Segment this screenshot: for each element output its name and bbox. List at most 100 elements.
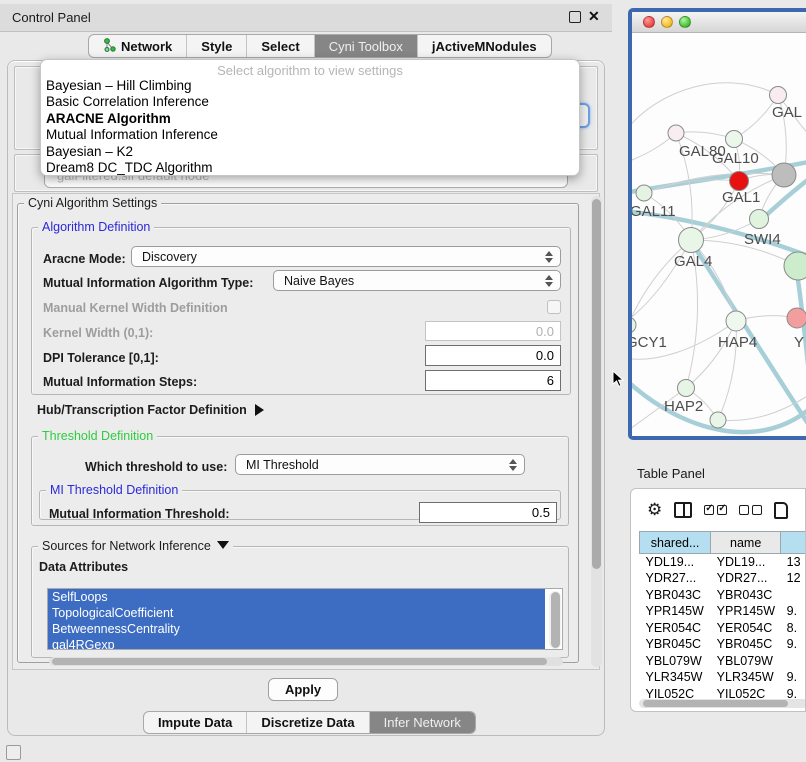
column-header-hidden[interactable] [781,532,806,554]
n-gcy1[interactable] [632,317,636,333]
n-gal80[interactable] [668,125,684,141]
table-row[interactable]: YER054CYER054C8. [640,620,806,637]
control-panel-tab-bar: NetworkStyleSelectCyni ToolboxjActiveMNo… [88,34,552,58]
column-header-name[interactable]: name [711,532,781,554]
table-row[interactable]: YDL19...YDL19...13 [640,554,806,571]
network-canvas[interactable]: GALGAL80GAL10GAL1GAL11SWI4GAL4GCY1HAP4YH… [632,33,806,436]
table-row[interactable]: YBR045CYBR045C9. [640,636,806,653]
n-gal4[interactable] [679,228,704,253]
table-cell: YLR345W [711,669,781,686]
table-row[interactable]: YBL079WYBL079W [640,653,806,670]
n-gal1-red[interactable] [730,172,749,191]
select-all-checkboxes-icon[interactable] [704,505,727,515]
which-threshold-combobox[interactable]: MI Threshold [235,454,525,475]
dpi-tolerance-field[interactable]: 0.0 [425,345,561,366]
split-columns-icon[interactable] [674,502,692,518]
n-bottom[interactable] [710,412,726,428]
mi-algorithm-type-label: Mutual Information Algorithm Type: [43,276,253,290]
close-icon[interactable]: ✕ [588,8,600,25]
attributes-horizontal-scrollbar[interactable] [49,657,563,666]
bottom-tab-impute-data[interactable]: Impute Data [144,712,247,733]
algorithm-dropdown-list: Select algorithm to view settings Bayesi… [40,59,580,176]
apply-button[interactable]: Apply [268,678,338,701]
table-cell: YBR043C [711,587,781,604]
table-row[interactable]: YPR145WYPR145W9. [640,603,806,620]
table-row[interactable]: YBR043CYBR043C [640,587,806,604]
settings-vertical-scrollbar[interactable] [591,196,602,667]
attribute-item-selected[interactable]: TopologicalCoefficient [48,605,545,621]
deselect-all-checkboxes-icon[interactable] [739,505,762,515]
tab-select[interactable]: Select [247,35,314,57]
which-threshold-label: Which threshold to use: [85,460,227,474]
table-cell: YDL19... [711,554,781,571]
close-traffic-icon[interactable] [643,16,655,28]
table-cell: YPR145W [711,603,781,620]
tab-style[interactable]: Style [187,35,247,57]
data-attributes-list[interactable]: SelfLoopsTopologicalCoefficientBetweenne… [47,588,563,650]
network-window-titlebar[interactable] [632,12,806,33]
mi-steps-label: Mutual Information Steps: [43,375,197,389]
table-cell: YBL079W [640,653,711,670]
table-toolbar: ⚙ [631,489,806,531]
table-panel-window: ⚙ shared...name YDL19...YDL19...13YDR27.… [630,488,806,712]
attributes-vertical-scrollbar[interactable] [549,591,561,649]
n-pink-top[interactable] [770,87,787,104]
kernel-width-field[interactable]: 0.0 [425,321,561,341]
n-big-right[interactable] [784,252,806,280]
algorithm-option[interactable]: Bayesian – Hill Climbing [41,78,579,94]
table-cell: YBR045C [711,636,781,653]
minimized-panel-icon[interactable] [6,745,21,760]
cyni-algorithm-settings-title: Cyni Algorithm Settings [24,196,161,210]
column-header-shared...[interactable]: shared... [640,532,711,554]
tab-jactivemnodules[interactable]: jActiveMNodules [418,35,551,57]
dpi-tolerance-label: DPI Tolerance [0,1]: [43,351,159,365]
gear-icon[interactable]: ⚙ [647,500,662,520]
n-hap2[interactable] [678,380,695,397]
which-threshold-value: MI Threshold [246,458,505,472]
attribute-item-selected[interactable]: BetweennessCentrality [48,621,545,637]
algorithm-option[interactable]: ARACNE Algorithm [41,111,579,127]
algorithm-definition-title: Algorithm Definition [38,220,154,234]
n-hap4[interactable] [726,311,746,331]
document-icon[interactable] [774,502,788,519]
tab-cyni-toolbox[interactable]: Cyni Toolbox [315,35,418,57]
minimize-traffic-icon[interactable] [661,16,673,28]
algorithm-option[interactable]: Mutual Information Inference [41,127,579,143]
node-label-gal4: GAL4 [674,253,712,270]
manual-kernel-width-checkbox[interactable] [547,300,561,314]
n-gray[interactable] [772,163,796,187]
control-panel-titlebar [0,4,612,32]
hub-definition-toggle[interactable]: Hub/Transcription Factor Definition [37,403,264,417]
n-gal10[interactable] [726,131,743,148]
float-window-icon[interactable] [569,11,581,23]
mi-threshold-field[interactable]: 0.5 [419,502,557,523]
mi-threshold-value: 0.5 [532,505,550,520]
algorithm-option[interactable]: Bayesian – K2 [41,144,579,160]
node-label-gal11: GAL11 [632,203,676,220]
table-horizontal-scrollbar[interactable] [639,699,806,708]
aracne-mode-combobox[interactable]: Discovery [131,246,561,267]
node-label-gal: GAL [772,104,802,121]
table-row[interactable]: YLR345WYLR345W9. [640,669,806,686]
mi-steps-field[interactable]: 6 [425,370,561,391]
table-cell: YER054C [711,620,781,637]
node-attribute-table: shared...name YDL19...YDL19...13YDR27...… [639,531,806,702]
mi-algorithm-type-combobox[interactable]: Naive Bayes [273,270,561,291]
bottom-tab-infer-network[interactable]: Infer Network [370,712,475,733]
bottom-tab-bar: Impute DataDiscretize DataInfer Network [143,711,476,734]
sources-title[interactable]: Sources for Network Inference [38,539,233,553]
n-salmon[interactable] [787,308,806,328]
table-cell: YPR145W [640,603,711,620]
algorithm-option[interactable]: Dream8 DC_TDC Algorithm [41,160,579,176]
attribute-item-selected[interactable]: SelfLoops [48,589,545,605]
table-cell: YER054C [640,620,711,637]
algorithm-option[interactable]: Basic Correlation Inference [41,94,579,110]
table-row[interactable]: YDR27...YDR27...12 [640,570,806,587]
bottom-tab-discretize-data[interactable]: Discretize Data [247,712,369,733]
tab-network[interactable]: Network [89,35,187,57]
attribute-item-selected[interactable]: gal4RGexp [48,637,545,650]
n-swi4[interactable] [750,210,769,229]
n-gal11[interactable] [636,185,652,201]
network-edge[interactable] [632,83,778,133]
zoom-traffic-icon[interactable] [679,16,691,28]
